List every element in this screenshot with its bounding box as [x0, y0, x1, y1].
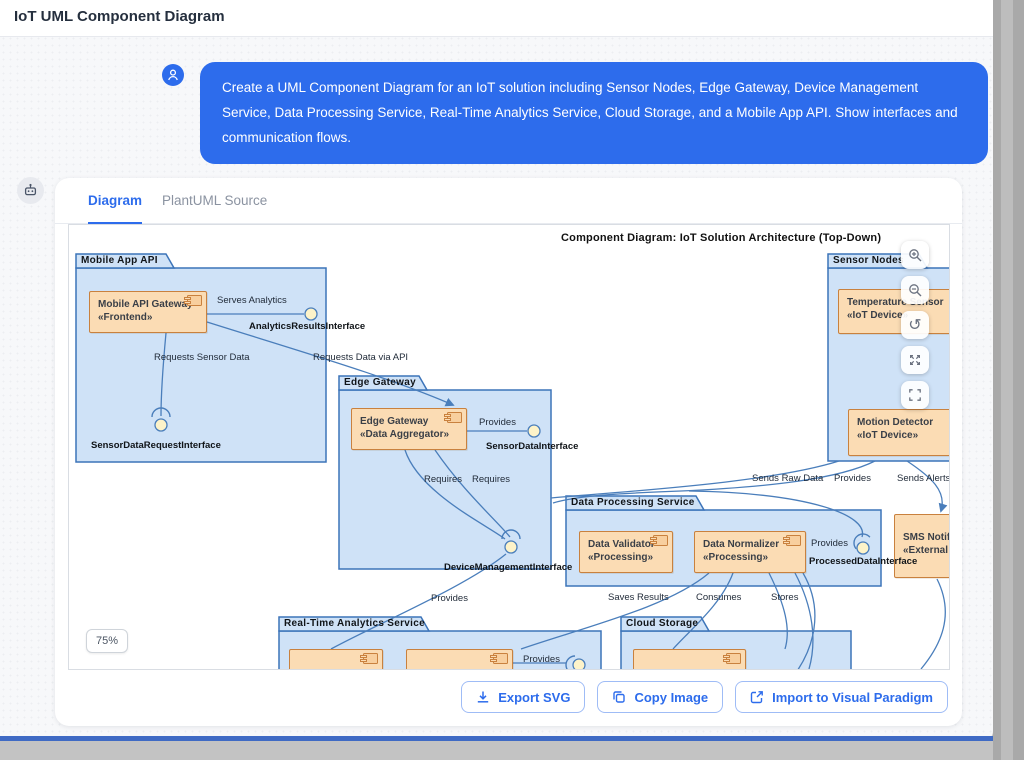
- interface-label: AnalyticsResultsInterface: [249, 321, 365, 332]
- component-icon: [653, 535, 668, 546]
- component-motion-detector: Motion Detector «IoT Device»: [848, 409, 950, 456]
- diagram-canvas[interactable]: Component Diagram: IoT Solution Architec…: [68, 224, 950, 670]
- fullscreen-icon: [908, 388, 922, 402]
- diagram-panel: Diagram PlantUML Source: [55, 178, 962, 726]
- edge-label: Requires: [424, 474, 462, 485]
- component-icon: [786, 535, 801, 546]
- edge-label: Requests Sensor Data: [154, 352, 250, 363]
- reset-icon: ↺: [908, 315, 921, 335]
- component-edge-gateway: Edge Gateway «Data Aggregator»: [351, 408, 467, 450]
- fullscreen-button[interactable]: [901, 381, 929, 409]
- window-right-gutter: [993, 0, 1024, 760]
- robot-icon: [23, 183, 38, 198]
- window-bottom-accent-bar: [0, 736, 993, 741]
- interface-label: SensorDataRequestInterface: [91, 440, 221, 451]
- expand-button[interactable]: [901, 346, 929, 374]
- edge-label: Provides: [523, 654, 560, 665]
- component-cloud-storage-cutoff: [633, 649, 746, 670]
- component-data-normalizer: Data Normalizer «Processing»: [694, 531, 806, 573]
- page-header: IoT UML Component Diagram: [0, 0, 993, 37]
- component-analytics-2-cutoff: [406, 649, 513, 670]
- component-temperature-sensor: Temperature Sensor «IoT Device»: [838, 289, 950, 334]
- edge-label: Sends Alerts: [897, 473, 950, 484]
- diagram-title: Component Diagram: IoT Solution Architec…: [561, 232, 881, 244]
- component-icon: [726, 653, 741, 664]
- component-icon: [363, 653, 378, 664]
- edge-label: Serves Analytics: [217, 295, 287, 306]
- copy-image-button[interactable]: Copy Image: [597, 681, 723, 713]
- expand-arrows-icon: [908, 353, 922, 367]
- zoom-out-button[interactable]: [901, 276, 929, 304]
- tab-bar: Diagram PlantUML Source: [55, 178, 962, 224]
- zoom-out-icon: [908, 283, 923, 298]
- interface-label: SensorDataInterface: [486, 441, 578, 452]
- tab-diagram[interactable]: Diagram: [88, 178, 142, 224]
- app-window: IoT UML Component Diagram Create a UML C…: [0, 0, 993, 741]
- page-title: IoT UML Component Diagram: [14, 8, 225, 25]
- edge-label: Requests Data via API: [313, 352, 408, 363]
- package-title-sensor-nodes: Sensor Nodes: [833, 255, 904, 266]
- edge-label: Stores: [771, 592, 798, 603]
- bot-avatar: [17, 177, 44, 204]
- package-title-data-processing-service: Data Processing Service: [571, 497, 695, 508]
- chat-message-bubble: Create a UML Component Diagram for an Io…: [200, 62, 988, 164]
- package-title-realtime-analytics-service: Real-Time Analytics Service: [284, 618, 425, 629]
- package-title-edge-gateway: Edge Gateway: [344, 377, 416, 388]
- edge-label: Requires: [472, 474, 510, 485]
- edge-label: Provides: [834, 473, 871, 484]
- tab-plantuml-source[interactable]: PlantUML Source: [162, 178, 267, 222]
- component-sms-notification: SMS Notif «External: [894, 514, 950, 578]
- copy-icon: [612, 690, 626, 704]
- user-avatar: [162, 64, 184, 86]
- interface-label: DeviceManagementInterface: [444, 562, 572, 573]
- reset-view-button[interactable]: ↺: [901, 311, 929, 339]
- edge-label: Provides: [431, 593, 468, 604]
- footer-actions: Export SVG Copy Image Import to Visual P…: [461, 681, 948, 713]
- edge-label: Saves Results: [608, 592, 669, 603]
- zoom-in-button[interactable]: [901, 241, 929, 269]
- edge-label: Provides: [479, 417, 516, 428]
- zoom-level-badge: 75%: [86, 629, 128, 653]
- chat-message-text: Create a UML Component Diagram for an Io…: [222, 80, 958, 145]
- edge-label: Consumes: [696, 592, 741, 603]
- scrollbar-track[interactable]: [1001, 0, 1013, 760]
- export-svg-button[interactable]: Export SVG: [461, 681, 585, 713]
- edge-label: Provides: [811, 538, 848, 549]
- component-data-validator: Data Validator «Processing»: [579, 531, 673, 573]
- component-icon: [493, 653, 508, 664]
- person-icon: [166, 68, 180, 82]
- import-to-visual-paradigm-button[interactable]: Import to Visual Paradigm: [735, 681, 948, 713]
- package-title-mobile-app-api: Mobile App API: [81, 255, 158, 266]
- interface-label: ProcessedDataInterface: [809, 556, 917, 567]
- zoom-in-icon: [908, 248, 923, 263]
- component-icon: [187, 295, 202, 306]
- component-mobile-api-gateway: Mobile API Gateway «Frontend»: [89, 291, 207, 333]
- external-link-icon: [750, 690, 764, 704]
- download-icon: [476, 690, 490, 704]
- package-title-cloud-storage: Cloud Storage: [626, 618, 698, 629]
- component-icon: [447, 412, 462, 423]
- component-analytics-1-cutoff: [289, 649, 383, 670]
- edge-label: Sends Raw Data: [752, 473, 823, 484]
